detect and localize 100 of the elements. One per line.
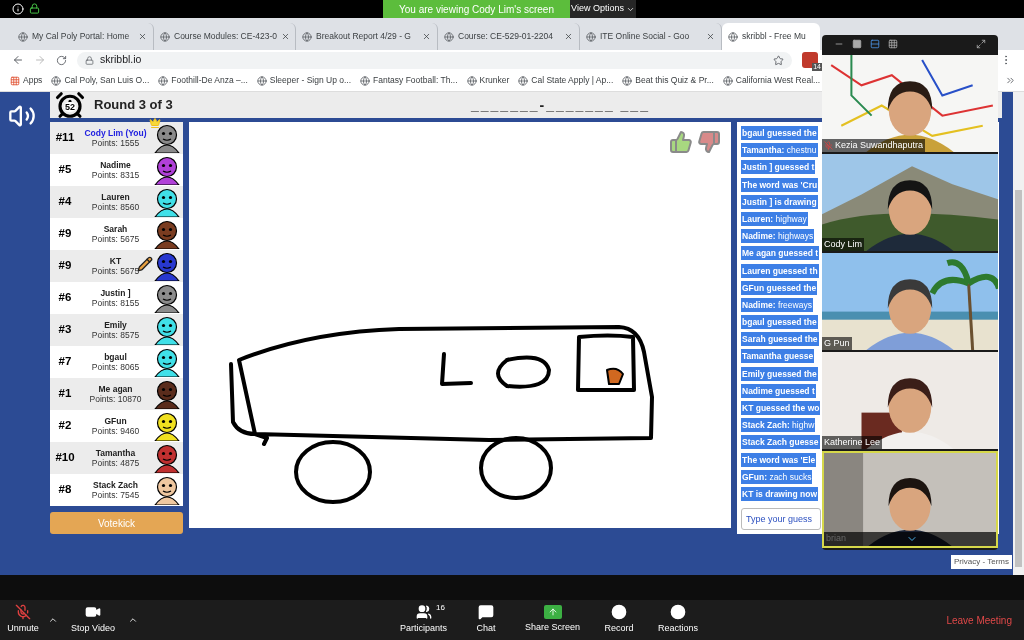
player-points: Points: 1555 [91, 138, 140, 148]
bookmark[interactable]: Krunker [466, 74, 510, 87]
bookmark[interactable]: Fantasy Football: Th... [360, 74, 458, 87]
chat-message: KT guessed the wo [741, 401, 821, 415]
timer-text: 52 [64, 101, 76, 112]
video-tile[interactable]: Kezia Suwandhaputra [822, 55, 998, 152]
close-icon[interactable] [138, 32, 147, 41]
bookmark[interactable]: Beat this Quiz & Pr... [622, 74, 714, 87]
chat-message: Me agan guessed t [741, 246, 820, 261]
toolbar-button[interactable]: Record [600, 604, 639, 636]
participant-count: 16 [436, 602, 445, 615]
strip-view-icon[interactable] [870, 39, 880, 49]
caret-icon[interactable] [48, 615, 58, 625]
bookmark[interactable]: California West Real... [722, 74, 821, 87]
avatar-icon [152, 443, 182, 473]
thumbs-up-icon[interactable] [669, 130, 693, 154]
bookmark[interactable]: Foothill-De Anza –... [158, 74, 248, 87]
avatar-icon [152, 155, 182, 185]
bookmark[interactable]: Sleeper - Sign Up o... [256, 74, 352, 87]
avatar-icon [152, 219, 182, 249]
video-tile[interactable]: Cody Lim [822, 154, 998, 251]
player-points: Points: 8155 [91, 298, 140, 308]
chat-message: Stack Zach guesse [741, 435, 820, 450]
chat-message: Tamantha: chestnu [741, 143, 818, 158]
avatar-icon [152, 123, 182, 153]
participant-name: G Pun [824, 336, 850, 350]
player-name: Stack Zach [93, 480, 138, 490]
player-points: Points: 5675 [91, 266, 140, 276]
timer-icon [55, 90, 85, 120]
chat-message: GFun: zach sucks [741, 469, 813, 484]
bookmark[interactable]: Cal Poly, San Luis O... [51, 74, 150, 87]
star-icon[interactable] [773, 54, 784, 66]
chat-message: Nadime: highways [741, 229, 815, 244]
more-bookmarks-icon[interactable] [1005, 75, 1016, 86]
recaptcha-text[interactable]: Privacy - Terms [951, 555, 1012, 569]
scrollbar-thumb[interactable] [1015, 190, 1022, 567]
close-icon[interactable] [422, 32, 431, 41]
speaker-view-icon[interactable] [852, 39, 862, 49]
people-icon [415, 604, 432, 621]
player-rank: #8 [57, 482, 73, 498]
info-icon[interactable] [12, 3, 24, 15]
player-rank: #9 [57, 258, 73, 274]
toolbar-button[interactable]: Share Screen [525, 605, 581, 635]
chat-message: Tamantha guesse [741, 349, 815, 364]
video-tile[interactable]: G Pun [822, 253, 998, 350]
site-icon [158, 75, 169, 86]
stop-video-button[interactable]: Stop Video [68, 604, 118, 636]
chat-message: Sarah guessed the [741, 332, 819, 347]
player-name: KT [109, 256, 122, 266]
round-text: Round 3 of 3 [94, 96, 174, 115]
bookmark[interactable]: Apps [10, 74, 43, 87]
player-rank: #1 [57, 386, 73, 402]
player-rank: #9 [57, 226, 73, 242]
video-tile[interactable]: Katherine Lee [822, 352, 998, 449]
participant-name: Kezia Suwandhaputra [835, 138, 924, 152]
unmute-button[interactable]: Unmute [8, 604, 38, 636]
player-points: Points: 8065 [91, 362, 140, 372]
word-hint: _______-_______ ___ [471, 95, 650, 115]
chat-message: Nadime guessed t [741, 383, 816, 398]
view-options-button[interactable]: View Options [570, 0, 636, 18]
expand-icon[interactable] [976, 39, 986, 49]
chat-message: The word was 'Cru [741, 177, 819, 192]
player-name: Lauren [101, 192, 130, 202]
chat-message: bgaul guessed the [741, 126, 818, 140]
site-icon [302, 31, 312, 42]
chat-message: The word was 'Ele [741, 452, 817, 467]
close-icon[interactable] [706, 32, 715, 41]
toolbar-button[interactable]: Chat [467, 604, 506, 636]
tab-title: My Cal Poly Portal: Home [32, 30, 131, 43]
avatar-icon [152, 475, 182, 505]
toolbar-button[interactable]: Reactions [658, 604, 699, 636]
leave-meeting-button[interactable]: Leave Meeting [946, 612, 1012, 628]
thumbs-down-icon[interactable] [697, 130, 721, 154]
guess-input[interactable]: Type your guess [741, 508, 821, 530]
reload-icon[interactable] [56, 54, 67, 66]
record-icon [611, 604, 628, 621]
tab-title: Course Modules: CE-423-0 [174, 30, 277, 43]
chat-message: GFun guessed the [741, 280, 818, 295]
back-icon[interactable] [12, 54, 24, 66]
site-icon [622, 75, 633, 86]
player-rank: #2 [57, 418, 73, 434]
close-icon[interactable] [281, 32, 290, 41]
player-rank: #3 [57, 322, 73, 338]
site-icon [18, 31, 28, 42]
player-name: GFun [104, 416, 127, 426]
browser-tab[interactable]: skribbl - Free Mu [722, 23, 820, 50]
address-field[interactable]: skribbl.io [77, 51, 792, 69]
site-icon [728, 31, 738, 42]
tab-title: ITE Online Social - Goo [600, 30, 691, 43]
bookmark[interactable]: Cal State Apply | Ap... [518, 74, 614, 87]
chat-message: Justin ] is drawing [741, 194, 818, 209]
url-text: skribbl.io [100, 52, 143, 68]
player-name: Tamantha [95, 448, 136, 458]
drawing-canvas[interactable] [189, 122, 731, 528]
toolbar-button[interactable]: 16 Participants [400, 604, 448, 636]
close-icon[interactable] [564, 32, 573, 41]
player-rank: #5 [57, 162, 73, 178]
avatar-icon [152, 187, 182, 217]
gallery-view-icon[interactable] [888, 39, 898, 49]
caret-icon[interactable] [128, 615, 138, 625]
